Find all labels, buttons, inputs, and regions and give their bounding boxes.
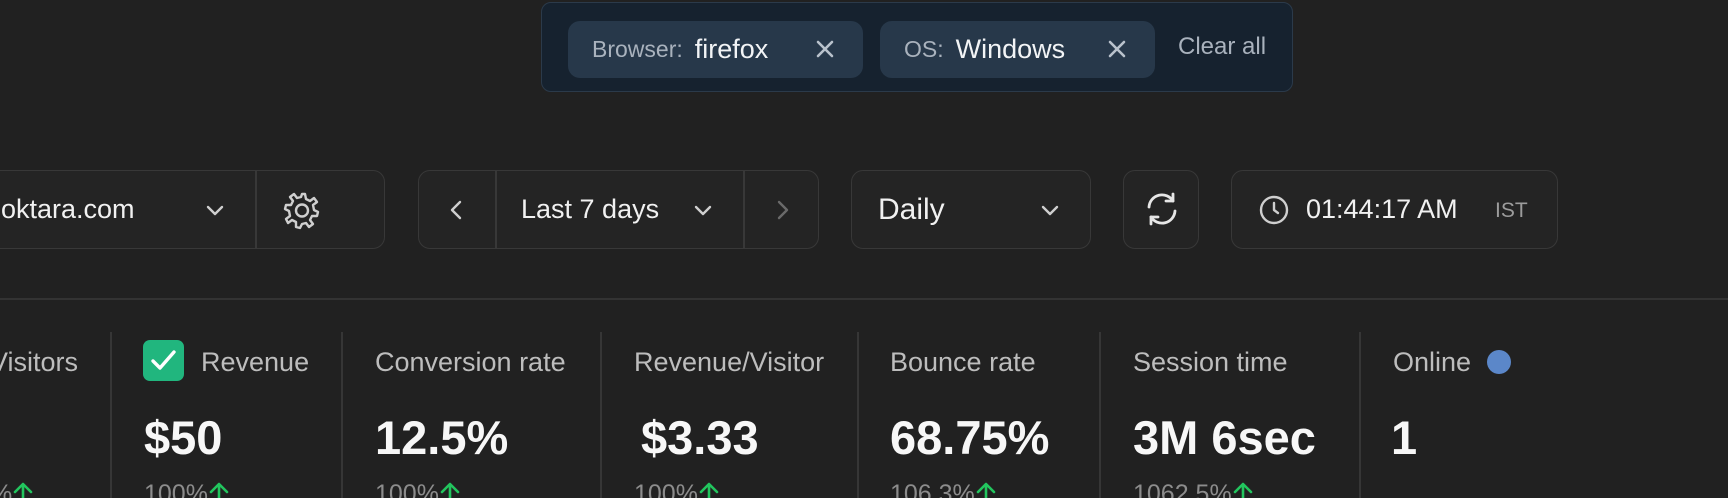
chevron-down-icon (1041, 205, 1059, 216)
refresh-icon (1147, 192, 1177, 226)
chevron-left-icon (450, 200, 462, 219)
arrow-up-icon (13, 482, 33, 498)
arrow-up-icon (1233, 482, 1253, 498)
close-icon[interactable] (1103, 35, 1131, 63)
metric-label: Revenue/Visitor (634, 347, 825, 377)
metric-change-value: % (0, 480, 12, 498)
filter-chip-browser[interactable]: Browser: firefox (568, 21, 863, 78)
interval-label: Daily (878, 193, 945, 226)
clock-icon (1259, 195, 1289, 225)
clear-all-filters-button[interactable]: Clear all (1178, 33, 1266, 61)
site-selector[interactable]: oktara.com (1, 194, 135, 225)
metric-change-value: 100% (144, 480, 208, 498)
analytics-dashboard: Browser: firefox OS: Windows Clear all o… (0, 0, 1728, 498)
refresh-button[interactable] (1123, 170, 1199, 249)
filter-chip-os[interactable]: OS: Windows (880, 21, 1155, 78)
metric-label: Online (1393, 347, 1472, 377)
metric-change-value: 106.3% (890, 480, 975, 498)
metric-label: Revenue (201, 347, 310, 377)
active-filters-bar: Browser: firefox OS: Windows Clear all (541, 2, 1293, 92)
chevron-down-icon[interactable] (689, 197, 717, 225)
metric-online[interactable]: Online 1 (1361, 300, 1721, 498)
metric-revenue[interactable]: Revenue $50 100% (112, 300, 341, 498)
date-range-select[interactable]: Last 7 days (521, 194, 659, 225)
metric-change: 1062.5% (1133, 480, 1254, 498)
arrow-up-icon (209, 482, 229, 498)
metric-value: 3M 6sec (1133, 411, 1316, 464)
divider (255, 171, 257, 248)
clock-time: 01:44:17 AM (1306, 194, 1458, 224)
metric-revenue-per-visitor[interactable]: Revenue/Visitor $3.33 100% (602, 300, 857, 498)
gear-icon[interactable] (281, 189, 323, 231)
arrow-up-icon (976, 482, 996, 498)
metric-value: 12.5% (375, 411, 509, 464)
arrow-up-icon (440, 482, 460, 498)
metric-change: % (0, 480, 34, 498)
previous-period-button[interactable] (419, 171, 495, 248)
metric-change-value: 1062.5% (1133, 480, 1232, 498)
date-range-picker: Last 7 days (418, 170, 819, 249)
chevron-down-icon[interactable] (201, 197, 229, 225)
checkmark-icon (151, 350, 176, 370)
metric-change: 100% (634, 480, 720, 498)
online-status-dot (1487, 350, 1511, 374)
interval-select[interactable]: Daily (851, 170, 1091, 249)
metric-label: Conversion rate (375, 347, 566, 377)
chevron-right-icon (777, 200, 789, 219)
metric-change: 106.3% (890, 480, 997, 498)
metric-value: $3.33 (641, 411, 759, 464)
arrow-up-icon (699, 482, 719, 498)
revenue-checkbox[interactable] (143, 340, 184, 381)
filter-chip-key: Browser: (592, 36, 683, 62)
metric-change: 100% (144, 480, 230, 498)
metrics-strip: Visitors % Revenue $50 100% Conversion r… (0, 298, 1728, 498)
filter-chip-key: OS: (904, 36, 944, 62)
metric-label: Visitors (0, 347, 79, 377)
filter-chip-value: Windows (955, 34, 1066, 64)
next-period-button[interactable] (745, 171, 819, 248)
metric-value: $50 (144, 411, 223, 464)
filter-chip-value: firefox (694, 34, 769, 64)
metric-change-value: 100% (375, 480, 439, 498)
metric-change: 100% (375, 480, 461, 498)
metric-label: Session time (1133, 347, 1288, 377)
metric-bounce-rate[interactable]: Bounce rate 68.75% 106.3% (859, 300, 1099, 498)
metric-visitors[interactable]: Visitors % (0, 300, 110, 498)
metric-change-value: 100% (634, 480, 698, 498)
clock-timezone: IST (1495, 199, 1528, 222)
metric-value: 68.75% (890, 411, 1050, 464)
divider (495, 171, 497, 248)
site-selector-group: oktara.com (0, 170, 385, 249)
current-time-display: 01:44:17 AM IST (1231, 170, 1558, 249)
metric-value: 1 (1391, 411, 1418, 464)
close-icon[interactable] (811, 35, 839, 63)
metric-session-time[interactable]: Session time 3M 6sec 1062.5% (1101, 300, 1359, 498)
metric-conversion-rate[interactable]: Conversion rate 12.5% 100% (343, 300, 600, 498)
metric-label: Bounce rate (890, 347, 1036, 377)
